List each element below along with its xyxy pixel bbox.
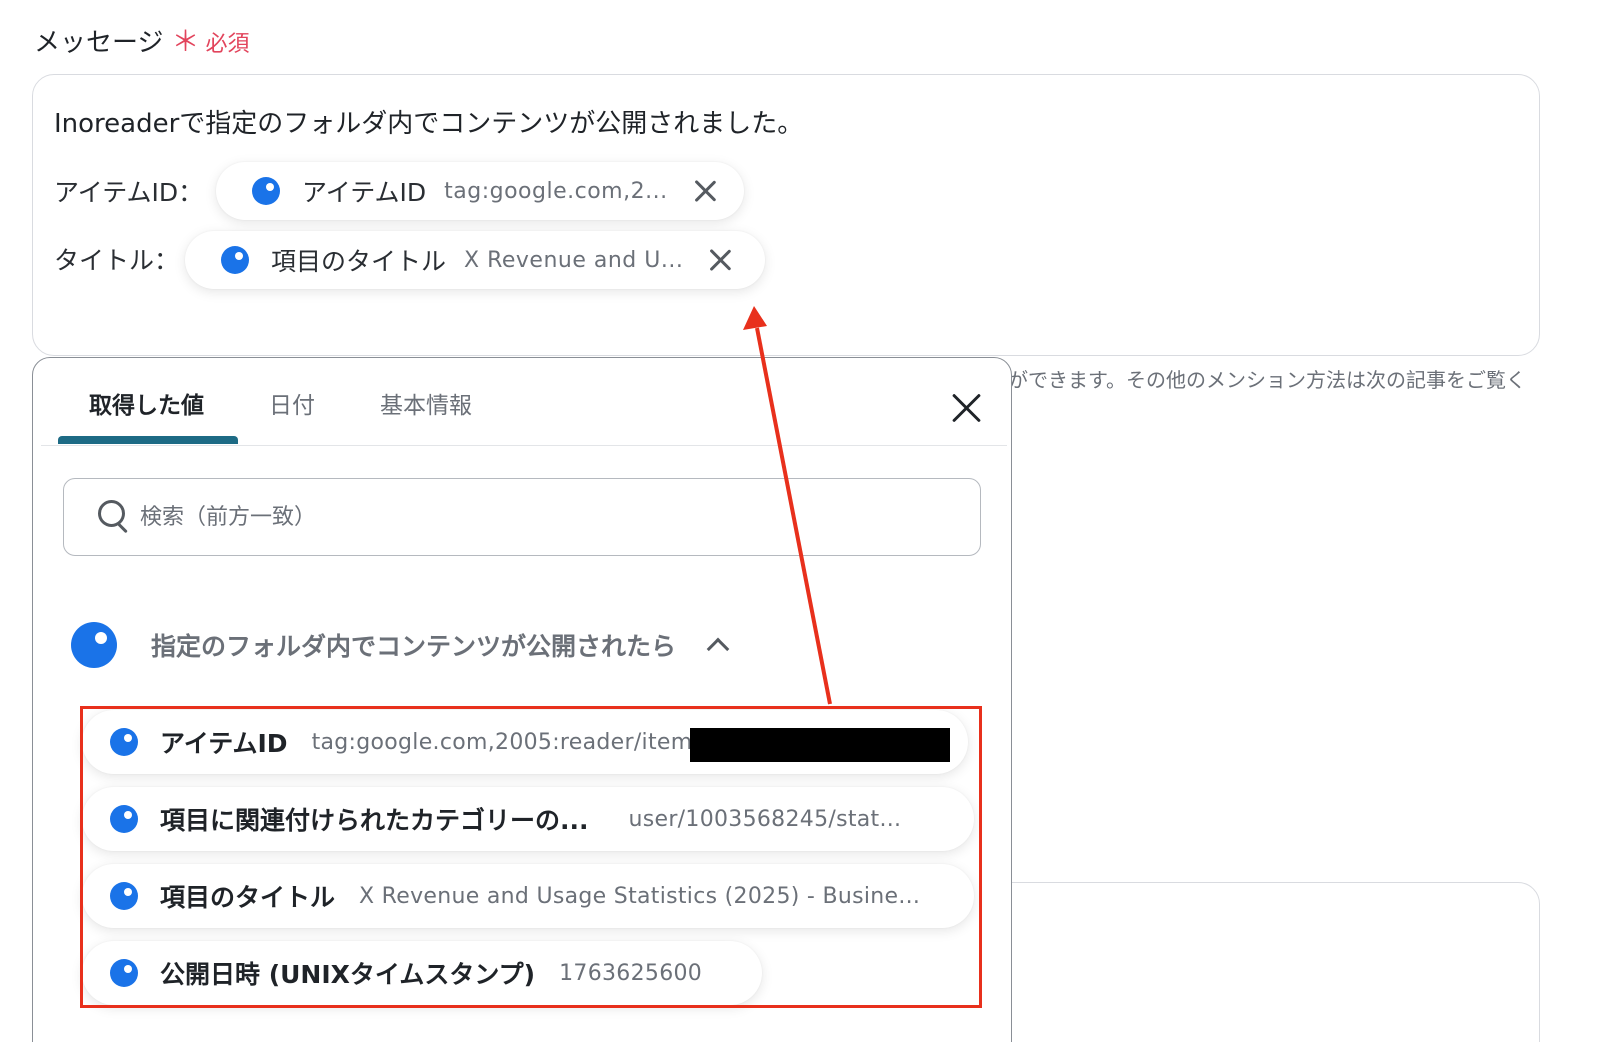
message-field-label: メッセージ ＊ 必須 (34, 20, 250, 60)
required-badge: 必須 (205, 32, 250, 57)
chevron-up-icon[interactable] (706, 637, 730, 661)
pill-value: X Revenue and U... (464, 247, 684, 273)
tab-bar: 取得した値 日付 基本情報 (41, 358, 1007, 446)
remove-pill-close-icon[interactable] (692, 178, 718, 204)
pill-name: 項目のタイトル (271, 247, 447, 276)
item-id-prefix: アイテムID： (54, 178, 204, 207)
message-text-line: Inoreaderで指定のフォルダ内でコンテンツが公開されました。 (54, 109, 804, 139)
remove-pill-close-icon[interactable] (707, 247, 733, 273)
search-input[interactable] (140, 504, 840, 530)
tab-basic-info[interactable]: 基本情報 (380, 386, 472, 420)
token-dot-icon (252, 177, 280, 205)
close-icon[interactable] (951, 392, 983, 424)
annotation-highlight-box (80, 706, 982, 1008)
trigger-group-header[interactable]: 指定のフォルダ内でコンテンツが公開されたら (71, 622, 730, 668)
tab-acquired-values[interactable]: 取得した値 (89, 386, 204, 420)
active-tab-indicator (58, 436, 238, 444)
search-box[interactable] (63, 478, 981, 556)
variable-pill-item-id[interactable]: アイテムID tag:google.com,2... (216, 162, 744, 220)
token-dot-icon (221, 246, 249, 274)
group-title: 指定のフォルダ内でコンテンツが公開されたら (151, 632, 677, 661)
pill-name: アイテムID (302, 178, 427, 207)
field-label-text: メッセージ (34, 28, 164, 58)
search-icon (98, 500, 132, 534)
mention-hint-text: ができます。その他のメンション方法は次の記事をご覧く (1008, 368, 1526, 392)
pill-value: tag:google.com,2... (444, 178, 668, 204)
tab-date[interactable]: 日付 (269, 386, 315, 420)
variable-pill-title[interactable]: 項目のタイトル X Revenue and U... (185, 231, 765, 289)
next-field-box[interactable] (980, 882, 1540, 1042)
trigger-dot-icon (71, 622, 117, 668)
title-prefix: タイトル： (54, 246, 180, 275)
required-asterisk-icon: ＊ (171, 25, 200, 58)
